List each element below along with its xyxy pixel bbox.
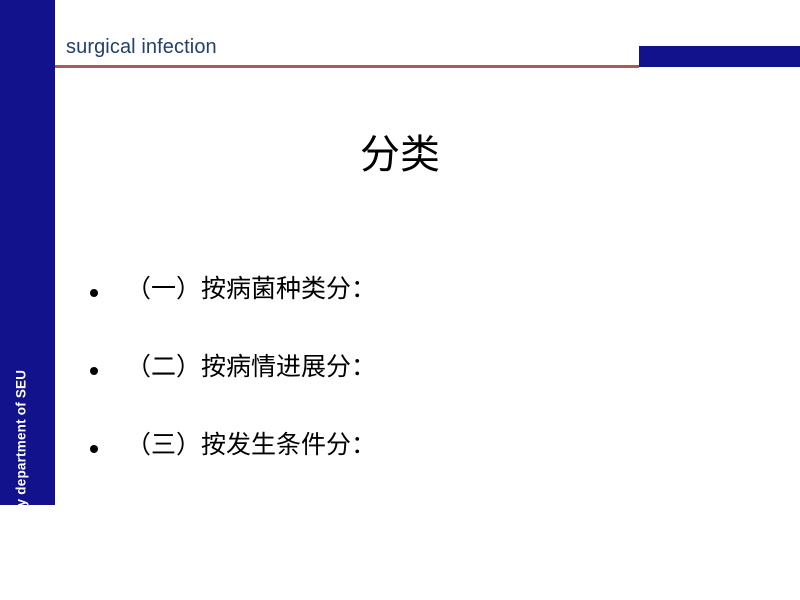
list-item-label: （三）按发生条件分： <box>126 430 377 459</box>
list-item: （二）按病情进展分： <box>90 350 690 428</box>
list-item-label: （二）按病情进展分： <box>126 352 377 381</box>
header-divider-rule <box>55 65 639 68</box>
header-accent-block <box>639 46 800 67</box>
slide-canvas: General surgery department of SEU surgic… <box>0 0 800 600</box>
sidebar-department-label: General surgery department of SEU <box>13 369 28 505</box>
bullet-dot-icon <box>90 367 98 375</box>
list-item: （三）按发生条件分： <box>90 428 690 506</box>
sidebar-band: General surgery department of SEU <box>0 0 55 505</box>
header-title: surgical infection <box>66 36 217 58</box>
bullet-dot-icon <box>90 445 98 453</box>
bullet-dot-icon <box>90 289 98 297</box>
bullet-list: （一）按病菌种类分： （二）按病情进展分： （三）按发生条件分： <box>90 272 690 506</box>
slide-title: 分类 <box>360 132 440 178</box>
list-item: （一）按病菌种类分： <box>90 272 690 350</box>
list-item-label: （一）按病菌种类分： <box>126 274 377 303</box>
